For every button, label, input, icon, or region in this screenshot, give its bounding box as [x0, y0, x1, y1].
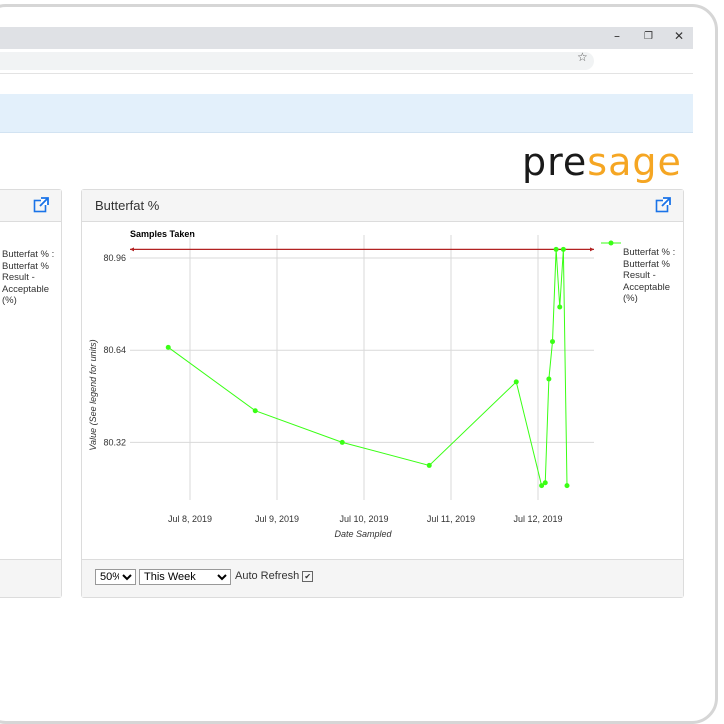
auto-refresh-checkbox[interactable]: ✔: [302, 570, 314, 582]
series-line: [167, 249, 568, 487]
legend-swatch-marker: [608, 240, 614, 246]
star-icon[interactable]: ☆: [577, 50, 588, 64]
presage-logo: presage: [522, 140, 682, 184]
data-point: [339, 439, 345, 445]
data-point: [557, 304, 563, 310]
auto-refresh-toggle[interactable]: Auto Refresh ✔: [235, 570, 314, 582]
limit-line-arrow-left: [130, 247, 134, 252]
close-icon[interactable]: ✕: [674, 29, 684, 43]
data-point: [550, 339, 555, 345]
limit-line-arrow-right: [590, 247, 594, 252]
y-axis-ticks: 80.32 80.64 80.96: [103, 253, 126, 447]
data-point: [560, 246, 566, 252]
butterfat-chart-panel: Butterfat % Samples Taken 80.32 80.64 80.9…: [81, 189, 684, 598]
external-link-icon[interactable]: [655, 197, 671, 213]
y-tick-label: 80.64: [103, 345, 126, 355]
x-tick-label: Jul 9, 2019: [255, 514, 299, 524]
butterfat-line-chart: Samples Taken 80.32 80.64 80.96 Jul 8, 201…: [88, 229, 621, 539]
x-tick-label: Jul 10, 2019: [339, 514, 388, 524]
data-point: [426, 462, 432, 468]
panel-header: [0, 190, 61, 222]
external-link-icon[interactable]: [33, 197, 49, 213]
x-tick-label: Jul 12, 2019: [513, 514, 562, 524]
time-range-select[interactable]: This Week: [139, 569, 231, 585]
chart-legend: [601, 240, 621, 246]
zoom-select[interactable]: 50%: [95, 569, 136, 585]
panel-footer: [0, 559, 61, 597]
panel-footer: 50% This Week Auto Refresh ✔: [82, 559, 683, 597]
y-tick-label: 80.96: [103, 253, 126, 263]
browser-titlebar: [0, 27, 693, 49]
auto-refresh-label: Auto Refresh: [235, 570, 300, 582]
restore-icon[interactable]: ❐: [644, 31, 653, 42]
data-point: [252, 408, 258, 414]
series-points: [165, 246, 570, 489]
data-point: [542, 480, 548, 486]
data-point: [553, 246, 559, 252]
data-point: [165, 344, 171, 350]
page-viewport: presage Butterfat % : Butterfat % Result…: [0, 74, 693, 700]
panel-header: Butterfat %: [82, 190, 683, 222]
chart-grid: [130, 235, 594, 500]
data-point: [564, 483, 570, 489]
x-axis-label: Date Sampled: [334, 529, 392, 539]
browser-address-bar: ☆: [0, 49, 693, 74]
chart-title: Samples Taken: [130, 229, 195, 239]
top-nav-bar: [0, 94, 693, 133]
x-axis-ticks: Jul 8, 2019 Jul 9, 2019 Jul 10, 2019 Jul 11…: [168, 514, 563, 524]
data-point: [546, 376, 552, 382]
data-point: [513, 379, 519, 385]
panel-title: Butterfat %: [95, 198, 160, 213]
legend-label: Butterfat % : Butterfat % Result - Accep…: [623, 247, 676, 304]
x-tick-label: Jul 11, 2019: [427, 514, 475, 524]
minimize-icon[interactable]: –: [614, 29, 620, 43]
url-field[interactable]: [0, 52, 594, 70]
y-axis-label: Value (See legend for units): [88, 339, 98, 450]
y-tick-label: 80.32: [103, 437, 126, 447]
legend-label: Butterfat % : Butterfat % Result - Accep…: [2, 249, 55, 306]
x-tick-label: Jul 8, 2019: [168, 514, 212, 524]
left-chart-panel: Butterfat % : Butterfat % Result - Accep…: [0, 189, 62, 598]
